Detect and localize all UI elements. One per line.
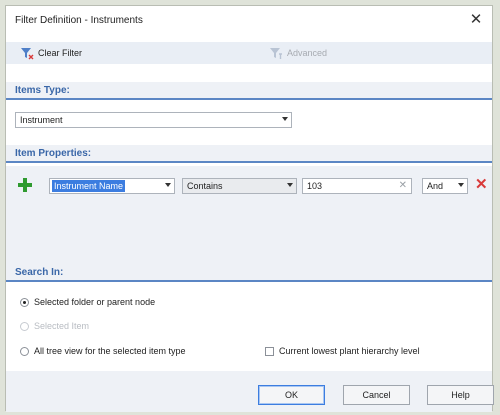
title-bar: Filter Definition - Instruments ✕ bbox=[6, 6, 492, 34]
advanced-button[interactable]: Advanced bbox=[269, 45, 327, 61]
condition-value-input[interactable]: 103 ✕ bbox=[302, 178, 412, 194]
items-type-section: Items Type: bbox=[6, 82, 492, 100]
property-select[interactable]: Instrument Name bbox=[49, 178, 175, 194]
dropdown-arrow-icon bbox=[165, 183, 171, 187]
item-properties-section: Item Properties: bbox=[6, 145, 492, 163]
close-icon[interactable]: ✕ bbox=[466, 10, 486, 30]
search-in-section: Search In: bbox=[6, 264, 492, 282]
checkbox-label: Current lowest plant hierarchy level bbox=[279, 346, 420, 356]
add-condition-icon[interactable] bbox=[18, 178, 32, 192]
radio-label: All tree view for the selected item type bbox=[34, 346, 186, 356]
clear-filter-label: Clear Filter bbox=[38, 48, 83, 58]
conjunction-value: And bbox=[427, 181, 444, 191]
operator-select[interactable]: Contains bbox=[182, 178, 297, 194]
lowest-hierarchy-checkbox-row[interactable]: Current lowest plant hierarchy level bbox=[265, 346, 420, 356]
operator-value: Contains bbox=[187, 181, 223, 191]
clear-filter-button[interactable]: Clear Filter bbox=[20, 45, 82, 61]
radio-label: Selected folder or parent node bbox=[34, 297, 156, 307]
radio-label: Selected Item bbox=[34, 321, 90, 331]
delete-condition-icon[interactable]: ✕ bbox=[475, 177, 488, 192]
filter-definition-dialog: Filter Definition - Instruments ✕ Clear … bbox=[5, 5, 494, 412]
items-type-heading: Items Type: bbox=[15, 85, 70, 96]
condition-value: 103 bbox=[307, 181, 323, 191]
radio-selected-item: Selected Item bbox=[20, 321, 89, 331]
help-button[interactable]: Help bbox=[427, 385, 494, 405]
radio-all-tree-view[interactable]: All tree view for the selected item type bbox=[20, 346, 186, 356]
clear-value-icon[interactable]: ✕ bbox=[399, 180, 407, 191]
lowest-hierarchy-checkbox[interactable] bbox=[265, 346, 274, 356]
items-type-select[interactable]: Instrument bbox=[15, 112, 292, 128]
funnel-advanced-icon bbox=[270, 48, 282, 59]
advanced-label: Advanced bbox=[287, 48, 328, 58]
dropdown-arrow-icon bbox=[458, 183, 464, 187]
item-properties-area: Instrument Name Contains 103 ✕ And ✕ bbox=[6, 166, 492, 264]
radio-button bbox=[20, 321, 29, 331]
property-value: Instrument Name bbox=[52, 180, 126, 192]
radio-button[interactable] bbox=[20, 346, 29, 356]
dialog-footer: OK Cancel Help bbox=[6, 371, 494, 412]
dropdown-arrow-icon bbox=[282, 117, 288, 121]
dropdown-arrow-icon bbox=[287, 183, 293, 187]
funnel-clear-icon bbox=[21, 48, 34, 60]
ok-button[interactable]: OK bbox=[258, 385, 325, 405]
cancel-button[interactable]: Cancel bbox=[343, 385, 410, 405]
radio-button[interactable] bbox=[20, 297, 29, 307]
radio-selected-folder[interactable]: Selected folder or parent node bbox=[20, 297, 155, 307]
items-type-value: Instrument bbox=[20, 115, 63, 125]
filter-toolbar: Clear Filter Advanced bbox=[6, 42, 492, 64]
search-in-heading: Search In: bbox=[15, 267, 64, 278]
dialog-title: Filter Definition - Instruments bbox=[15, 15, 143, 26]
item-properties-heading: Item Properties: bbox=[15, 148, 92, 159]
conjunction-select[interactable]: And bbox=[422, 178, 468, 194]
